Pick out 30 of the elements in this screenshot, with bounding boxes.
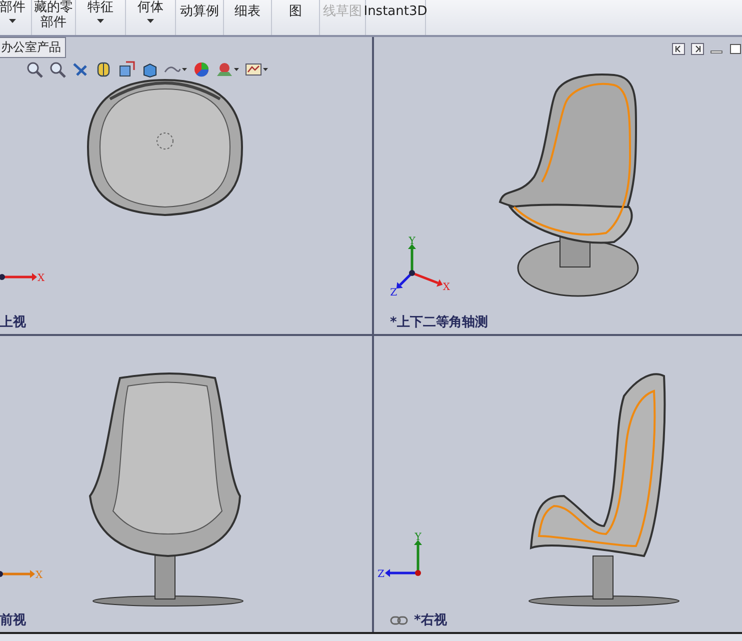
caret-icon (147, 19, 154, 23)
toolbar-button[interactable]: 图 (272, 0, 320, 35)
caret-icon (97, 19, 104, 23)
viewport-label: 前视 (0, 612, 26, 629)
toolbar-button[interactable]: 细表 (224, 0, 272, 35)
toolbar-button[interactable]: 藏的零 部件 (32, 0, 76, 35)
viewport-label: *右视 (414, 612, 447, 629)
tile-left-icon[interactable] (672, 43, 685, 55)
toolbar-button[interactable]: 特征 (76, 0, 126, 35)
caret-icon[interactable] (182, 68, 187, 71)
appearance-icon[interactable] (193, 61, 210, 78)
tile-right-icon[interactable] (691, 43, 704, 55)
view-orientation-icon[interactable] (118, 61, 135, 78)
toolbar-button[interactable]: 何体 (126, 0, 176, 35)
toolbar-button[interactable]: 动算例 (176, 0, 224, 35)
caret-icon (9, 19, 16, 23)
zoom-fit-icon[interactable] (26, 61, 43, 78)
caret-icon[interactable] (234, 68, 239, 71)
origin-dot-icon (415, 570, 421, 576)
maximize-icon[interactable] (729, 43, 742, 55)
toolbar-button[interactable]: Instant3D (366, 0, 426, 35)
section-view-icon[interactable] (95, 61, 112, 78)
view-settings-icon[interactable] (245, 61, 262, 78)
origin-dot-icon (409, 270, 415, 276)
document-tab[interactable]: 办公室产品 (0, 37, 66, 58)
zoom-area-icon[interactable] (49, 61, 66, 78)
viewport-label: *上下二等角轴测 (390, 314, 488, 331)
toolbar-button[interactable]: 部件 (0, 0, 32, 35)
viewport-label: 上视 (0, 314, 26, 331)
caret-icon[interactable] (263, 68, 268, 71)
